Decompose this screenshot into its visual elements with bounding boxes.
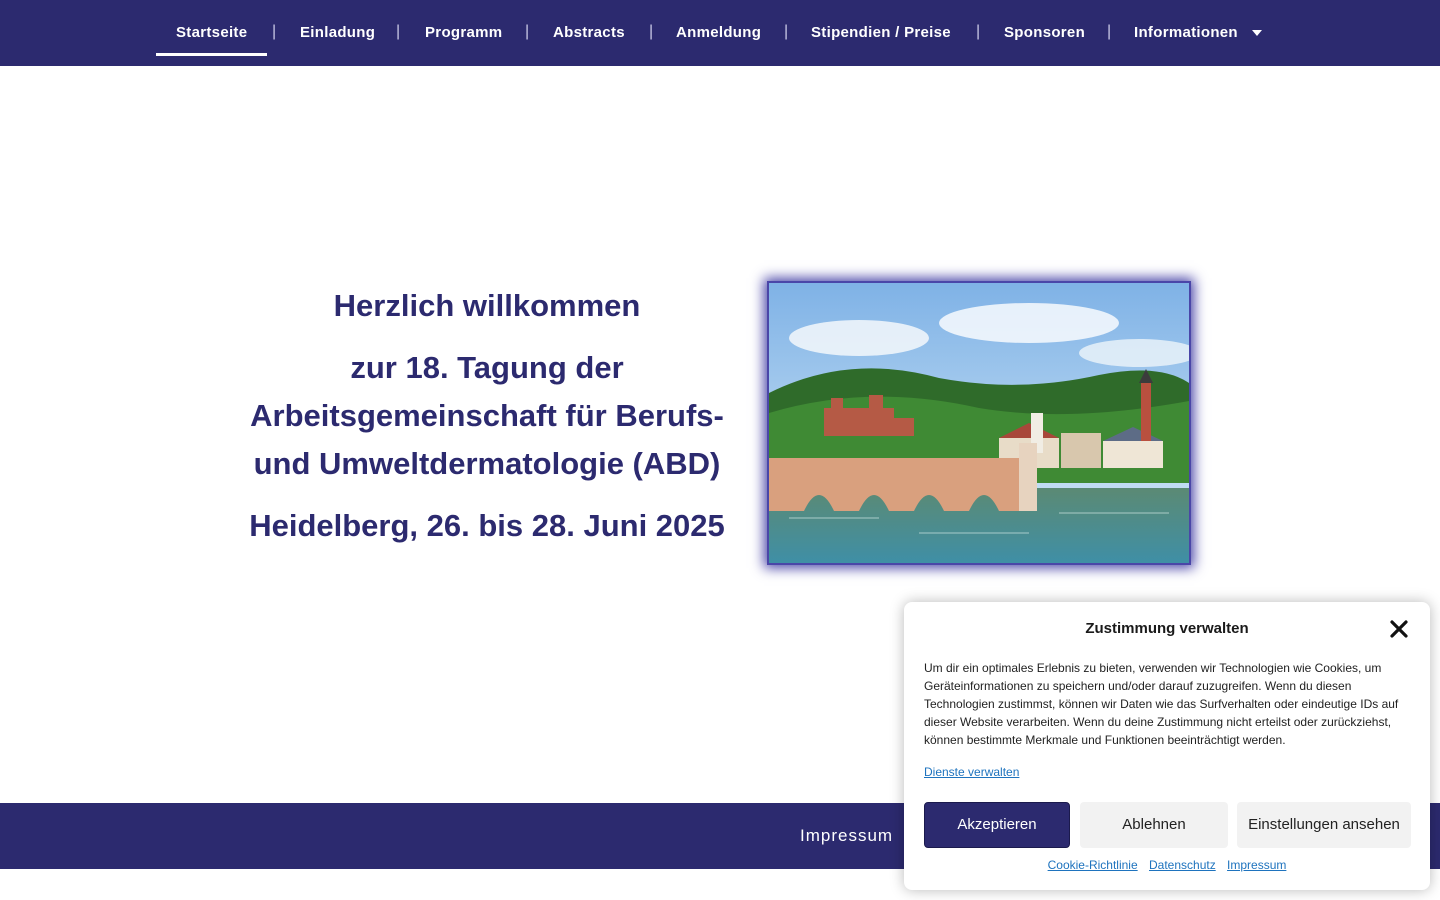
nav-startseite[interactable]: Startseite (155, 0, 268, 66)
welcome-heading: Herzlich willkommen (333, 288, 641, 323)
nav-separator: | (272, 23, 277, 40)
top-navigation: Startseite | Einladung | Programm | Abst… (0, 0, 1440, 66)
nav-separator: | (976, 23, 981, 40)
cookie-consent-dialog: Zustimmung verwalten Um dir ein optimale… (904, 602, 1430, 890)
nav-separator: | (525, 23, 530, 40)
nav-anmeldung[interactable]: Anmeldung (676, 0, 761, 66)
nav-stipendien-preise[interactable]: Stipendien / Preise (811, 0, 951, 66)
consent-description: Um dir ein optimales Erlebnis zu bieten,… (924, 661, 1399, 747)
cookie-policy-link[interactable]: Cookie-Richtlinie (1048, 858, 1138, 872)
nav-sponsoren[interactable]: Sponsoren (1004, 0, 1085, 66)
consent-title: Zustimmung verwalten (1085, 620, 1249, 637)
event-title: zur 18. Tagung der Arbeitsgemeinschaft f… (250, 350, 724, 481)
nav-informationen[interactable]: Informationen (1134, 0, 1262, 66)
nav-abstracts[interactable]: Abstracts (553, 0, 625, 66)
hero-text: Herzlich willkommen zur 18. Tagung der A… (238, 282, 736, 550)
nav-einladung[interactable]: Einladung (300, 0, 375, 66)
heidelberg-photo (767, 281, 1191, 565)
nav-informationen-label: Informationen (1134, 24, 1238, 41)
nav-separator: | (784, 23, 789, 40)
chevron-down-icon (1251, 30, 1262, 37)
footer-impressum-link[interactable]: Impressum (800, 803, 893, 869)
manage-services-link[interactable]: Dienste verwalten (924, 765, 1019, 779)
consent-policy-links: Cookie-Richtlinie Datenschutz Impressum (904, 858, 1430, 872)
nav-programm[interactable]: Programm (425, 0, 502, 66)
privacy-link[interactable]: Datenschutz (1149, 858, 1216, 872)
event-dates: Heidelberg, 26. bis 28. Juni 2025 (249, 508, 725, 543)
accept-button[interactable]: Akzeptieren (924, 802, 1070, 848)
nav-separator: | (649, 23, 654, 40)
imprint-link[interactable]: Impressum (1227, 858, 1286, 872)
deny-button[interactable]: Ablehnen (1080, 802, 1228, 848)
close-icon[interactable] (1388, 618, 1410, 640)
nav-separator: | (396, 23, 401, 40)
nav-separator: | (1107, 23, 1112, 40)
view-preferences-button[interactable]: Einstellungen ansehen (1237, 802, 1411, 848)
